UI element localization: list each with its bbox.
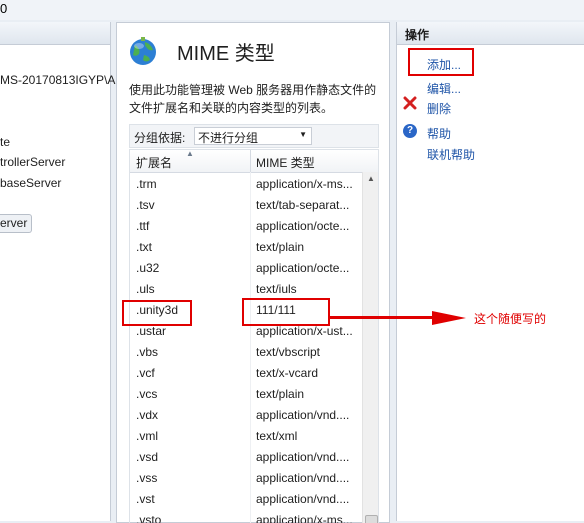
scroll-thumb[interactable] <box>365 515 378 523</box>
mime-type-cell: application/vnd.... <box>256 450 350 464</box>
tree-item-selected[interactable]: erver <box>0 214 33 233</box>
online-help-action-link[interactable]: 联机帮助 <box>427 146 475 163</box>
mime-type-cell: application/octe... <box>256 219 350 233</box>
mime-type-cell: text/plain <box>256 240 305 254</box>
sort-caret-icon: ▲ <box>186 149 194 158</box>
group-by-value: 不进行分组 <box>198 131 259 145</box>
tree-item-site-3[interactable]: baseServer <box>0 176 61 190</box>
column-divider[interactable] <box>250 150 251 172</box>
table-row[interactable]: .vss application/vnd.... <box>130 468 362 489</box>
group-by-dropdown[interactable]: 不进行分组 ▼ <box>194 127 312 145</box>
extension-cell: .ustar <box>136 324 167 338</box>
actions-panel: 操作 添加... 编辑... 删除 ? 帮助 联机帮助 <box>396 22 584 521</box>
mime-type-cell: application/x-ust... <box>256 324 353 338</box>
globe-icon <box>130 37 156 65</box>
mime-type-cell: application/vnd.... <box>256 408 350 422</box>
extension-cell: .vsd <box>136 450 159 464</box>
edit-action-link[interactable]: 编辑... <box>427 80 461 97</box>
extension-cell: .vst <box>136 492 155 506</box>
extension-cell: .vcs <box>136 387 158 401</box>
mime-types-panel: MIME 类型 使用此功能管理被 Web 服务器用作静态文件的文件扩展名和关联的… <box>116 22 390 523</box>
extension-cell: .vml <box>136 429 158 443</box>
annotation-arrow-head <box>432 311 466 325</box>
extension-cell: .vss <box>136 471 158 485</box>
annotation-arrow-line <box>328 316 432 319</box>
extension-cell: .vdx <box>136 408 159 422</box>
vertical-scrollbar[interactable]: ▲ <box>362 172 378 523</box>
title-glyph: 0 <box>0 1 8 16</box>
tree-item-site-2[interactable]: trollerServer <box>0 155 65 169</box>
mime-type-cell: text/tab-separat... <box>256 198 350 212</box>
mime-type-cell: application/x-ms... <box>256 513 353 523</box>
table-row[interactable]: .vsto application/x-ms... <box>130 510 362 523</box>
highlight-extension-box <box>122 300 192 326</box>
extension-cell: .uls <box>136 282 155 296</box>
table-row[interactable]: .vml text/xml <box>130 426 362 447</box>
delete-x-icon <box>403 96 417 110</box>
connections-header <box>0 22 110 45</box>
mime-type-cell: application/vnd.... <box>256 471 350 485</box>
extension-cell: .vbs <box>136 345 159 359</box>
table-row[interactable]: .vbs text/vbscript <box>130 342 362 363</box>
mime-type-cell: text/vbscript <box>256 345 321 359</box>
scroll-up-icon[interactable]: ▲ <box>367 174 375 183</box>
extension-cell: .ttf <box>136 219 150 233</box>
page-description: 使用此功能管理被 Web 服务器用作静态文件的文件扩展名和关联的内容类型的列表。 <box>129 83 377 115</box>
table-row[interactable]: .txt text/plain <box>130 237 362 258</box>
extension-cell: .txt <box>136 240 153 254</box>
annotation-text: 这个随便写的 <box>474 312 547 326</box>
extension-cell: .u32 <box>136 261 160 275</box>
delete-action-link[interactable]: 删除 <box>427 100 451 117</box>
highlight-mime-box <box>242 298 330 326</box>
mime-type-cell: application/x-ms... <box>256 177 353 191</box>
mime-type-cell: application/octe... <box>256 261 350 275</box>
actions-header: 操作 <box>397 22 584 45</box>
column-header-extension[interactable]: 扩展名 <box>136 154 172 171</box>
table-row[interactable]: .vcs text/plain <box>130 384 362 405</box>
table-row[interactable]: .vsd application/vnd.... <box>130 447 362 468</box>
table-row[interactable]: .tsv text/tab-separat... <box>130 195 362 216</box>
actions-title: 操作 <box>405 28 430 42</box>
table-row[interactable]: .trm application/x-ms... <box>130 174 362 195</box>
highlight-add-box <box>408 48 474 76</box>
help-icon: ? <box>403 124 417 138</box>
extension-cell: .trm <box>136 177 157 191</box>
extension-cell: .vcf <box>136 366 155 380</box>
table-row[interactable]: .vcf text/x-vcard <box>130 363 362 384</box>
title-bar-strip: 0 <box>0 0 584 20</box>
mime-types-table: 扩展名 ▲ MIME 类型 .trm application/x-ms... .ts… <box>129 149 379 523</box>
group-by-label: 分组依据: <box>134 131 186 145</box>
mime-type-cell: application/vnd.... <box>256 492 350 506</box>
connections-panel: MS-20170813IGYP\A te trollerServer baseS… <box>0 22 115 521</box>
tree-item-site-1[interactable]: te <box>0 135 10 149</box>
table-header: 扩展名 ▲ MIME 类型 <box>130 150 378 173</box>
column-header-mime-type[interactable]: MIME 类型 <box>256 154 315 171</box>
mime-type-cell: text/xml <box>256 429 298 443</box>
help-action-link[interactable]: 帮助 <box>427 125 451 142</box>
table-row[interactable]: .vst application/vnd.... <box>130 489 362 510</box>
table-row[interactable]: .vdx application/vnd.... <box>130 405 362 426</box>
mime-type-cell: text/x-vcard <box>256 366 319 380</box>
tree-item-server[interactable]: MS-20170813IGYP\A <box>0 73 115 87</box>
table-row[interactable]: .ttf application/octe... <box>130 216 362 237</box>
table-row[interactable]: .u32 application/octe... <box>130 258 362 279</box>
group-by-bar: 分组依据: 不进行分组 ▼ <box>129 124 379 148</box>
mime-type-cell: text/plain <box>256 387 305 401</box>
page-title: MIME 类型 <box>177 43 275 65</box>
extension-cell: .tsv <box>136 198 155 212</box>
mime-type-cell: text/iuls <box>256 282 297 296</box>
table-row[interactable]: .uls text/iuls <box>130 279 362 300</box>
extension-cell: .vsto <box>136 513 162 523</box>
dropdown-arrow-icon: ▼ <box>299 130 307 139</box>
